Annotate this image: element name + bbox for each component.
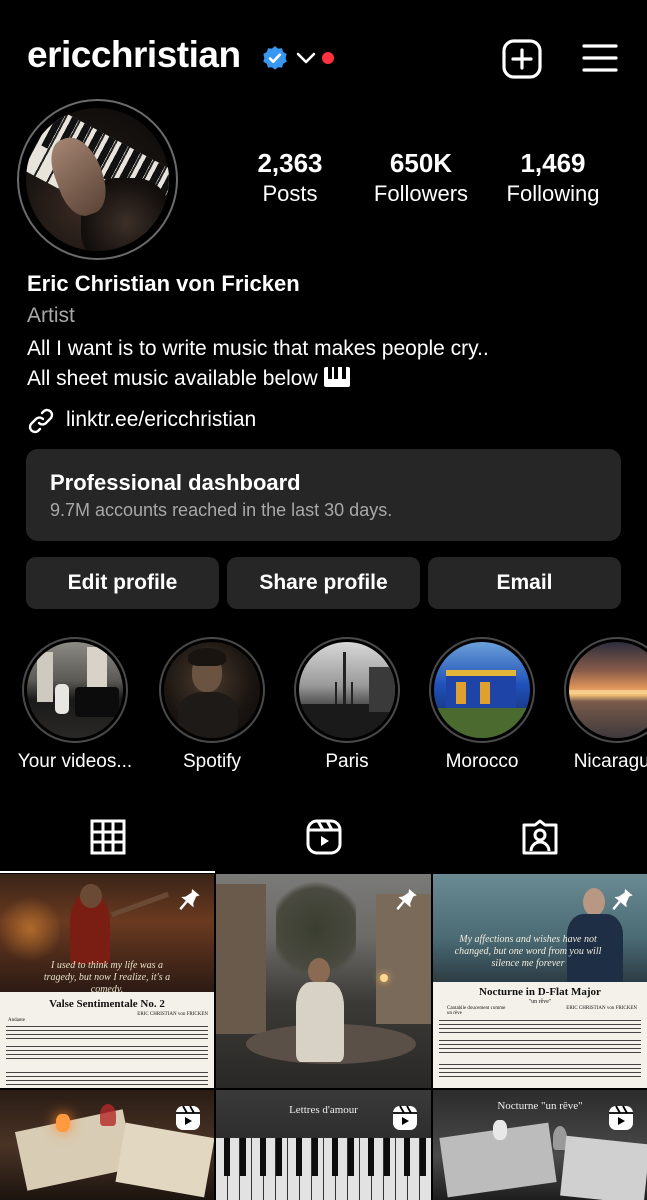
tagged-icon	[522, 819, 558, 855]
stat-value: 650K	[389, 148, 453, 178]
edit-profile-button[interactable]: Edit profile	[26, 557, 219, 609]
bio-line: All sheet music available below	[27, 367, 318, 390]
reels-icon	[393, 1105, 417, 1130]
chevron-down-icon[interactable]	[295, 49, 317, 67]
grid-icon	[90, 819, 126, 855]
highlight-paris[interactable]: Paris	[272, 637, 408, 777]
sheet-tempo: Andante	[8, 1018, 25, 1023]
highlight-morocco[interactable]: Morocco	[407, 637, 543, 777]
reels-icon	[306, 819, 342, 855]
dashboard-title: Professional dashboard	[50, 470, 301, 495]
menu-icon[interactable]	[582, 42, 618, 74]
highlight-image	[164, 642, 260, 738]
highlight-label: Your videos...	[17, 751, 133, 772]
grid-post[interactable]: Lettres d'amour	[216, 1090, 431, 1200]
stat-following[interactable]: 1,469 Following	[483, 148, 623, 207]
dashboard-subtitle: 9.7M accounts reached in the last 30 day…	[50, 500, 393, 520]
category-label: Artist	[27, 304, 75, 327]
bio: All I want is to write music that makes …	[27, 334, 489, 394]
active-tab-indicator	[0, 871, 215, 873]
highlight-image	[27, 642, 123, 738]
highlight-spotify[interactable]: Spotify	[137, 637, 273, 777]
stat-value: 1,469	[520, 148, 586, 178]
stat-followers[interactable]: 650K Followers	[351, 148, 491, 207]
highlight-label: Morocco	[445, 751, 519, 772]
sheet-tempo: Cantabile doucement comme un rêve	[447, 1006, 506, 1016]
bio-line: All I want is to write music that makes …	[27, 337, 489, 360]
grid-post[interactable]	[0, 1090, 214, 1200]
stat-label: Posts	[262, 181, 318, 206]
stat-label: Following	[506, 181, 600, 206]
reels-icon	[609, 1105, 633, 1130]
piano-emoji-icon	[323, 367, 350, 387]
sheet-music: Valse Sentimentale No. 2 ERIC CHRISTIAN …	[0, 992, 214, 1088]
posts-grid: I used to think my life was a tragedy, b…	[0, 874, 647, 1200]
pin-icon	[179, 889, 200, 910]
stat-value: 2,363	[257, 148, 323, 178]
tab-grid[interactable]	[0, 805, 215, 873]
tab-tagged[interactable]	[432, 805, 647, 871]
professional-dashboard[interactable]: Professional dashboard 9.7M accounts rea…	[26, 449, 621, 541]
sheet-composer: ERIC CHRISTIAN von FRICKEN	[566, 1006, 637, 1011]
sheet-composer: ERIC CHRISTIAN von FRICKEN	[137, 1012, 208, 1017]
profile-tabs	[0, 805, 647, 873]
new-post-icon[interactable]	[502, 39, 542, 79]
pin-icon	[612, 889, 633, 910]
highlight-label: Nicaragua	[573, 751, 647, 772]
post-overlay-text: I used to think my life was a tragedy, b…	[43, 960, 171, 995]
grid-post[interactable]: My affections and wishes have not change…	[433, 874, 647, 1088]
tab-reels[interactable]	[216, 805, 431, 871]
stat-label: Followers	[373, 181, 469, 206]
full-name: Eric Christian von Fricken	[27, 271, 300, 296]
pin-icon	[396, 889, 417, 910]
highlight-your-videos[interactable]: Your videos...	[0, 637, 136, 777]
post-overlay-text: My affections and wishes have not change…	[454, 934, 602, 969]
highlight-image	[299, 642, 395, 738]
share-profile-button[interactable]: Share profile	[227, 557, 420, 609]
link-icon	[28, 408, 54, 434]
notification-dot	[322, 52, 334, 64]
profile-stats: 2,363 Posts 650K Followers 1,469 Followi…	[220, 148, 640, 218]
avatar[interactable]	[26, 108, 169, 251]
link-text[interactable]: linktr.ee/ericchristian	[66, 408, 256, 432]
stat-posts[interactable]: 2,363 Posts	[220, 148, 360, 207]
sheet-title: Nocturne in D-Flat Major	[479, 986, 601, 998]
highlight-nicaragua[interactable]: Nicaragua	[542, 637, 647, 777]
sheet-title: Valse Sentimentale No. 2	[49, 998, 165, 1010]
bio-line-2: All sheet music available below	[27, 364, 489, 394]
grid-post[interactable]: I used to think my life was a tragedy, b…	[0, 874, 214, 1088]
sheet-subtitle: "un rêve"	[528, 999, 552, 1005]
highlight-label: Spotify	[182, 751, 242, 772]
verified-badge-icon	[263, 46, 287, 70]
grid-post[interactable]: Nocturne "un rêve"	[433, 1090, 647, 1200]
highlight-label: Paris	[325, 751, 369, 772]
highlight-image	[434, 642, 530, 738]
sheet-music: Nocturne in D-Flat Major "un rêve" ERIC …	[433, 982, 647, 1088]
email-button[interactable]: Email	[428, 557, 621, 609]
grid-post[interactable]	[216, 874, 431, 1088]
username[interactable]: ericchristian	[27, 34, 241, 76]
reels-icon	[176, 1105, 200, 1130]
